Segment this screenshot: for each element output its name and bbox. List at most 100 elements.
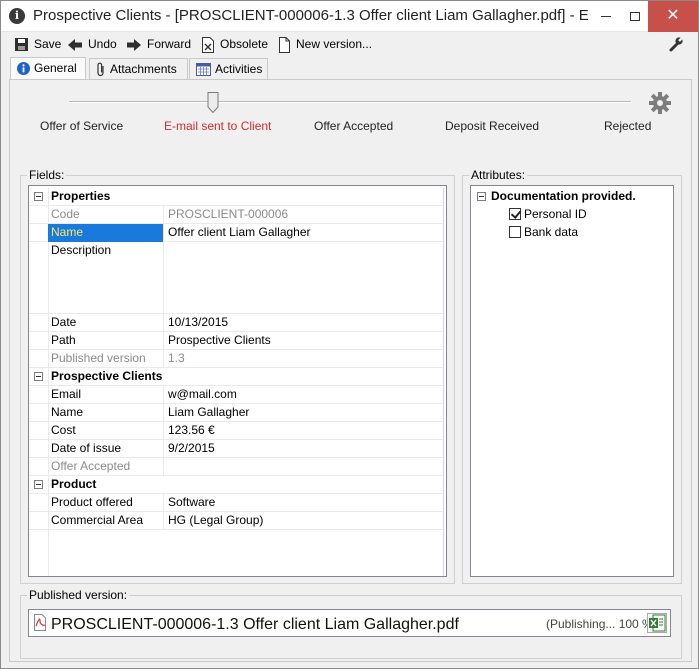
property-grid-rows: Properties Code PROSCLIENT-000006 Name Offer… (29, 188, 444, 576)
undo-button[interactable]: Undo (67, 35, 117, 53)
grid-property-row: Offer Accepted (29, 458, 443, 476)
grid-property-value[interactable]: 10/13/2015 (165, 314, 445, 332)
attribute-bank-data[interactable]: Bank data (509, 224, 578, 240)
minimize-button[interactable] (590, 1, 622, 32)
grid-category-row[interactable]: Properties (29, 188, 443, 206)
save-button[interactable]: Save (14, 35, 61, 53)
grid-property-row: Published version 1.3 (29, 350, 443, 368)
info-icon: i (9, 8, 25, 24)
obsolete-button[interactable]: Obsolete (201, 35, 268, 53)
grid-property-value[interactable]: 9/2/2015 (165, 440, 445, 458)
undo-label: Undo (88, 37, 117, 51)
title-bar[interactable]: i Prospective Clients - [PROSCLIENT-0000… (1, 1, 698, 32)
grid-property-label: Date (48, 314, 164, 332)
grid-property-value[interactable]: Offer client Liam Gallagher (165, 224, 445, 242)
excel-icon (649, 614, 666, 632)
grid-category-row[interactable]: Product (29, 476, 443, 494)
maximize-button[interactable] (622, 1, 648, 32)
paperclip-icon (97, 62, 104, 77)
grid-gutter (29, 224, 48, 242)
bank-data-label: Bank data (524, 225, 579, 239)
forward-button[interactable]: Forward (126, 35, 191, 53)
grid-property-value[interactable]: w@mail.com (165, 386, 445, 404)
new-version-button[interactable]: New version... (278, 35, 372, 53)
fields-group-title: Fields: (27, 168, 67, 182)
grid-property-value[interactable]: Software (165, 494, 445, 512)
grid-property-row[interactable]: Name Offer client Liam Gallagher (29, 224, 443, 242)
obsolete-label: Obsolete (220, 37, 269, 51)
grid-property-value: 1.3 (168, 351, 185, 365)
workflow-state-offer-of-service[interactable]: Offer of Service (40, 119, 123, 133)
maximize-icon (630, 11, 640, 21)
property-grid[interactable]: Properties Code PROSCLIENT-000006 Name Offer… (28, 185, 447, 577)
grid-gutter (29, 386, 48, 404)
grid-property-label: Path (48, 332, 164, 350)
grid-property-row[interactable]: Email w@mail.com (29, 386, 443, 404)
workflow-state-email-sent[interactable]: E-mail sent to Client (164, 119, 271, 133)
attributes-group-title: Attributes: (469, 168, 528, 182)
tab-attachments[interactable]: Attachments (89, 58, 188, 79)
save-label: Save (34, 37, 62, 51)
grid-property-value[interactable] (165, 242, 445, 314)
grid-property-value (165, 458, 445, 476)
grid-property-label: Cost (48, 422, 164, 440)
grid-gutter (29, 332, 48, 350)
workflow-state-offer-accepted[interactable]: Offer Accepted (314, 119, 393, 133)
grid-property-row[interactable]: Description (29, 242, 443, 314)
toolbar: Save Undo Forward Obsolete New version..… (1, 33, 698, 55)
workflow-state-deposit-received[interactable]: Deposit Received (445, 119, 539, 133)
close-button[interactable]: ✕ (648, 1, 698, 32)
attribute-group-documentation[interactable]: Documentation provided. (477, 188, 636, 204)
grid-property-row[interactable]: Path Prospective Clients (29, 332, 443, 350)
collapse-icon[interactable] (34, 480, 43, 489)
collapse-icon[interactable] (477, 192, 486, 201)
published-file[interactable]: PROSCLIENT-000006-1.3 Offer client Liam … (33, 614, 459, 634)
grid-property-value[interactable]: Prospective Clients (165, 332, 445, 350)
workflow-state-rejected[interactable]: Rejected (604, 119, 651, 133)
grid-property-value[interactable]: 123.56 € (165, 422, 445, 440)
personal-id-checkbox[interactable] (509, 208, 521, 220)
tab-activities[interactable]: Activities (189, 58, 268, 79)
settings-button[interactable] (668, 36, 684, 52)
grid-property-row[interactable]: Commercial Area HG (Legal Group) (29, 512, 443, 530)
tab-general-label: General (34, 61, 77, 75)
collapse-icon[interactable] (34, 192, 43, 201)
grid-property-row[interactable]: Cost 123.56 € (29, 422, 443, 440)
published-file-box[interactable]: PROSCLIENT-000006-1.3 Offer client Liam … (28, 609, 671, 637)
grid-category-row[interactable]: Prospective Clients (29, 368, 443, 386)
tab-general[interactable]: General (10, 57, 86, 79)
grid-gutter (29, 440, 48, 458)
grid-property-value[interactable]: HG (Legal Group) (165, 512, 445, 530)
published-version-title: Published version: (27, 588, 130, 602)
floppy-disk-icon (15, 38, 28, 52)
calendar-icon (196, 63, 211, 77)
grid-property-label: Email (48, 386, 164, 404)
grid-property-row[interactable]: Date of issue 9/2/2015 (29, 440, 443, 458)
grid-gutter (29, 458, 48, 476)
gear-icon[interactable] (649, 92, 671, 114)
grid-gutter (29, 314, 48, 332)
grid-property-value[interactable]: Liam Gallagher (165, 404, 445, 422)
tab-activities-label: Activities (215, 62, 263, 76)
attribute-personal-id[interactable]: Personal ID (509, 206, 587, 222)
grid-gutter (29, 368, 48, 386)
grid-gutter (29, 350, 48, 368)
grid-gutter (29, 404, 48, 422)
workflow-slider-thumb[interactable] (207, 92, 219, 113)
published-file-name: PROSCLIENT-000006-1.3 Offer client Liam … (51, 616, 459, 633)
grid-property-row[interactable]: Product offered Software (29, 494, 443, 512)
grid-property-label: Name (48, 224, 164, 242)
grid-gutter (29, 476, 48, 494)
arrow-right-icon (127, 38, 141, 51)
grid-category-label: Properties (51, 189, 111, 203)
obsolete-document-icon (202, 36, 214, 53)
grid-property-row[interactable]: Date 10/13/2015 (29, 314, 443, 332)
attributes-tree[interactable]: Documentation provided. Personal ID Bank… (470, 185, 674, 577)
export-button[interactable] (647, 613, 667, 633)
bank-data-checkbox[interactable] (509, 226, 521, 238)
grid-category-label: Product (51, 477, 97, 491)
grid-property-row[interactable]: Name Liam Gallagher (29, 404, 443, 422)
wrench-icon (669, 36, 684, 52)
grid-gutter (29, 422, 48, 440)
collapse-icon[interactable] (34, 372, 43, 381)
